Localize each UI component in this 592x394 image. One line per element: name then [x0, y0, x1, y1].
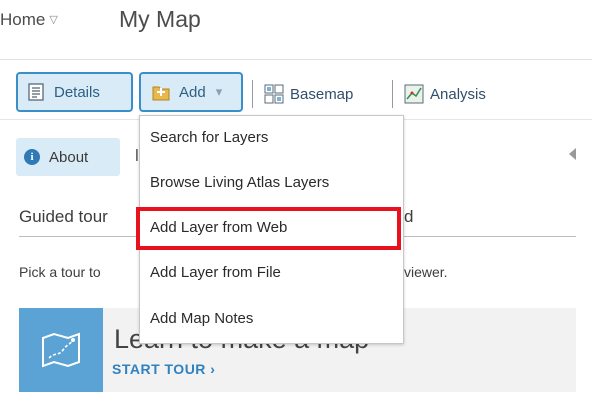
page-title: My Map: [119, 6, 201, 32]
collapse-left-icon[interactable]: [569, 148, 576, 160]
basemap-grid-icon: [264, 84, 284, 104]
analysis-icon: [404, 84, 424, 104]
toolbar-separator: [252, 80, 253, 108]
analysis-button[interactable]: Analysis: [404, 84, 486, 104]
menu-item-search-layers[interactable]: Search for Layers: [150, 129, 268, 146]
add-dropdown-caret-icon: ▾: [215, 84, 223, 99]
map-route-icon: [41, 332, 81, 373]
basemap-button[interactable]: Basemap: [264, 84, 353, 104]
breadcrumb-home[interactable]: Home ▽: [0, 10, 58, 30]
about-tab[interactable]: i About: [16, 138, 120, 176]
details-button[interactable]: Details: [16, 72, 133, 112]
start-tour-link[interactable]: START TOUR ›: [112, 361, 215, 377]
details-label: Details: [54, 83, 100, 101]
analysis-label: Analysis: [430, 85, 486, 103]
tour-intro-text-end: viewer.: [404, 264, 448, 280]
toolbar-separator: [392, 80, 393, 108]
tour-card-icon-tile: [19, 308, 103, 392]
add-label: Add: [179, 83, 206, 101]
header-divider: [0, 59, 592, 60]
add-layer-icon: [151, 82, 171, 102]
tour-intro-text: Pick a tour to: [19, 264, 101, 280]
guided-tours-heading: Guided tour: [19, 207, 108, 226]
home-menu-caret-icon[interactable]: ▽: [49, 14, 57, 26]
guided-tours-heading-end: d: [404, 207, 414, 226]
details-icon: [26, 82, 46, 102]
about-label: About: [49, 148, 89, 166]
basemap-label: Basemap: [290, 85, 354, 103]
info-icon: i: [24, 149, 40, 165]
home-link[interactable]: Home: [0, 10, 45, 29]
highlight-box-add-layer-web: [136, 207, 401, 250]
menu-item-browse-living-atlas[interactable]: Browse Living Atlas Layers: [150, 174, 329, 191]
add-button[interactable]: Add ▾: [139, 72, 243, 112]
menu-item-add-map-notes[interactable]: Add Map Notes: [150, 310, 253, 327]
menu-item-add-layer-file[interactable]: Add Layer from File: [150, 264, 281, 281]
